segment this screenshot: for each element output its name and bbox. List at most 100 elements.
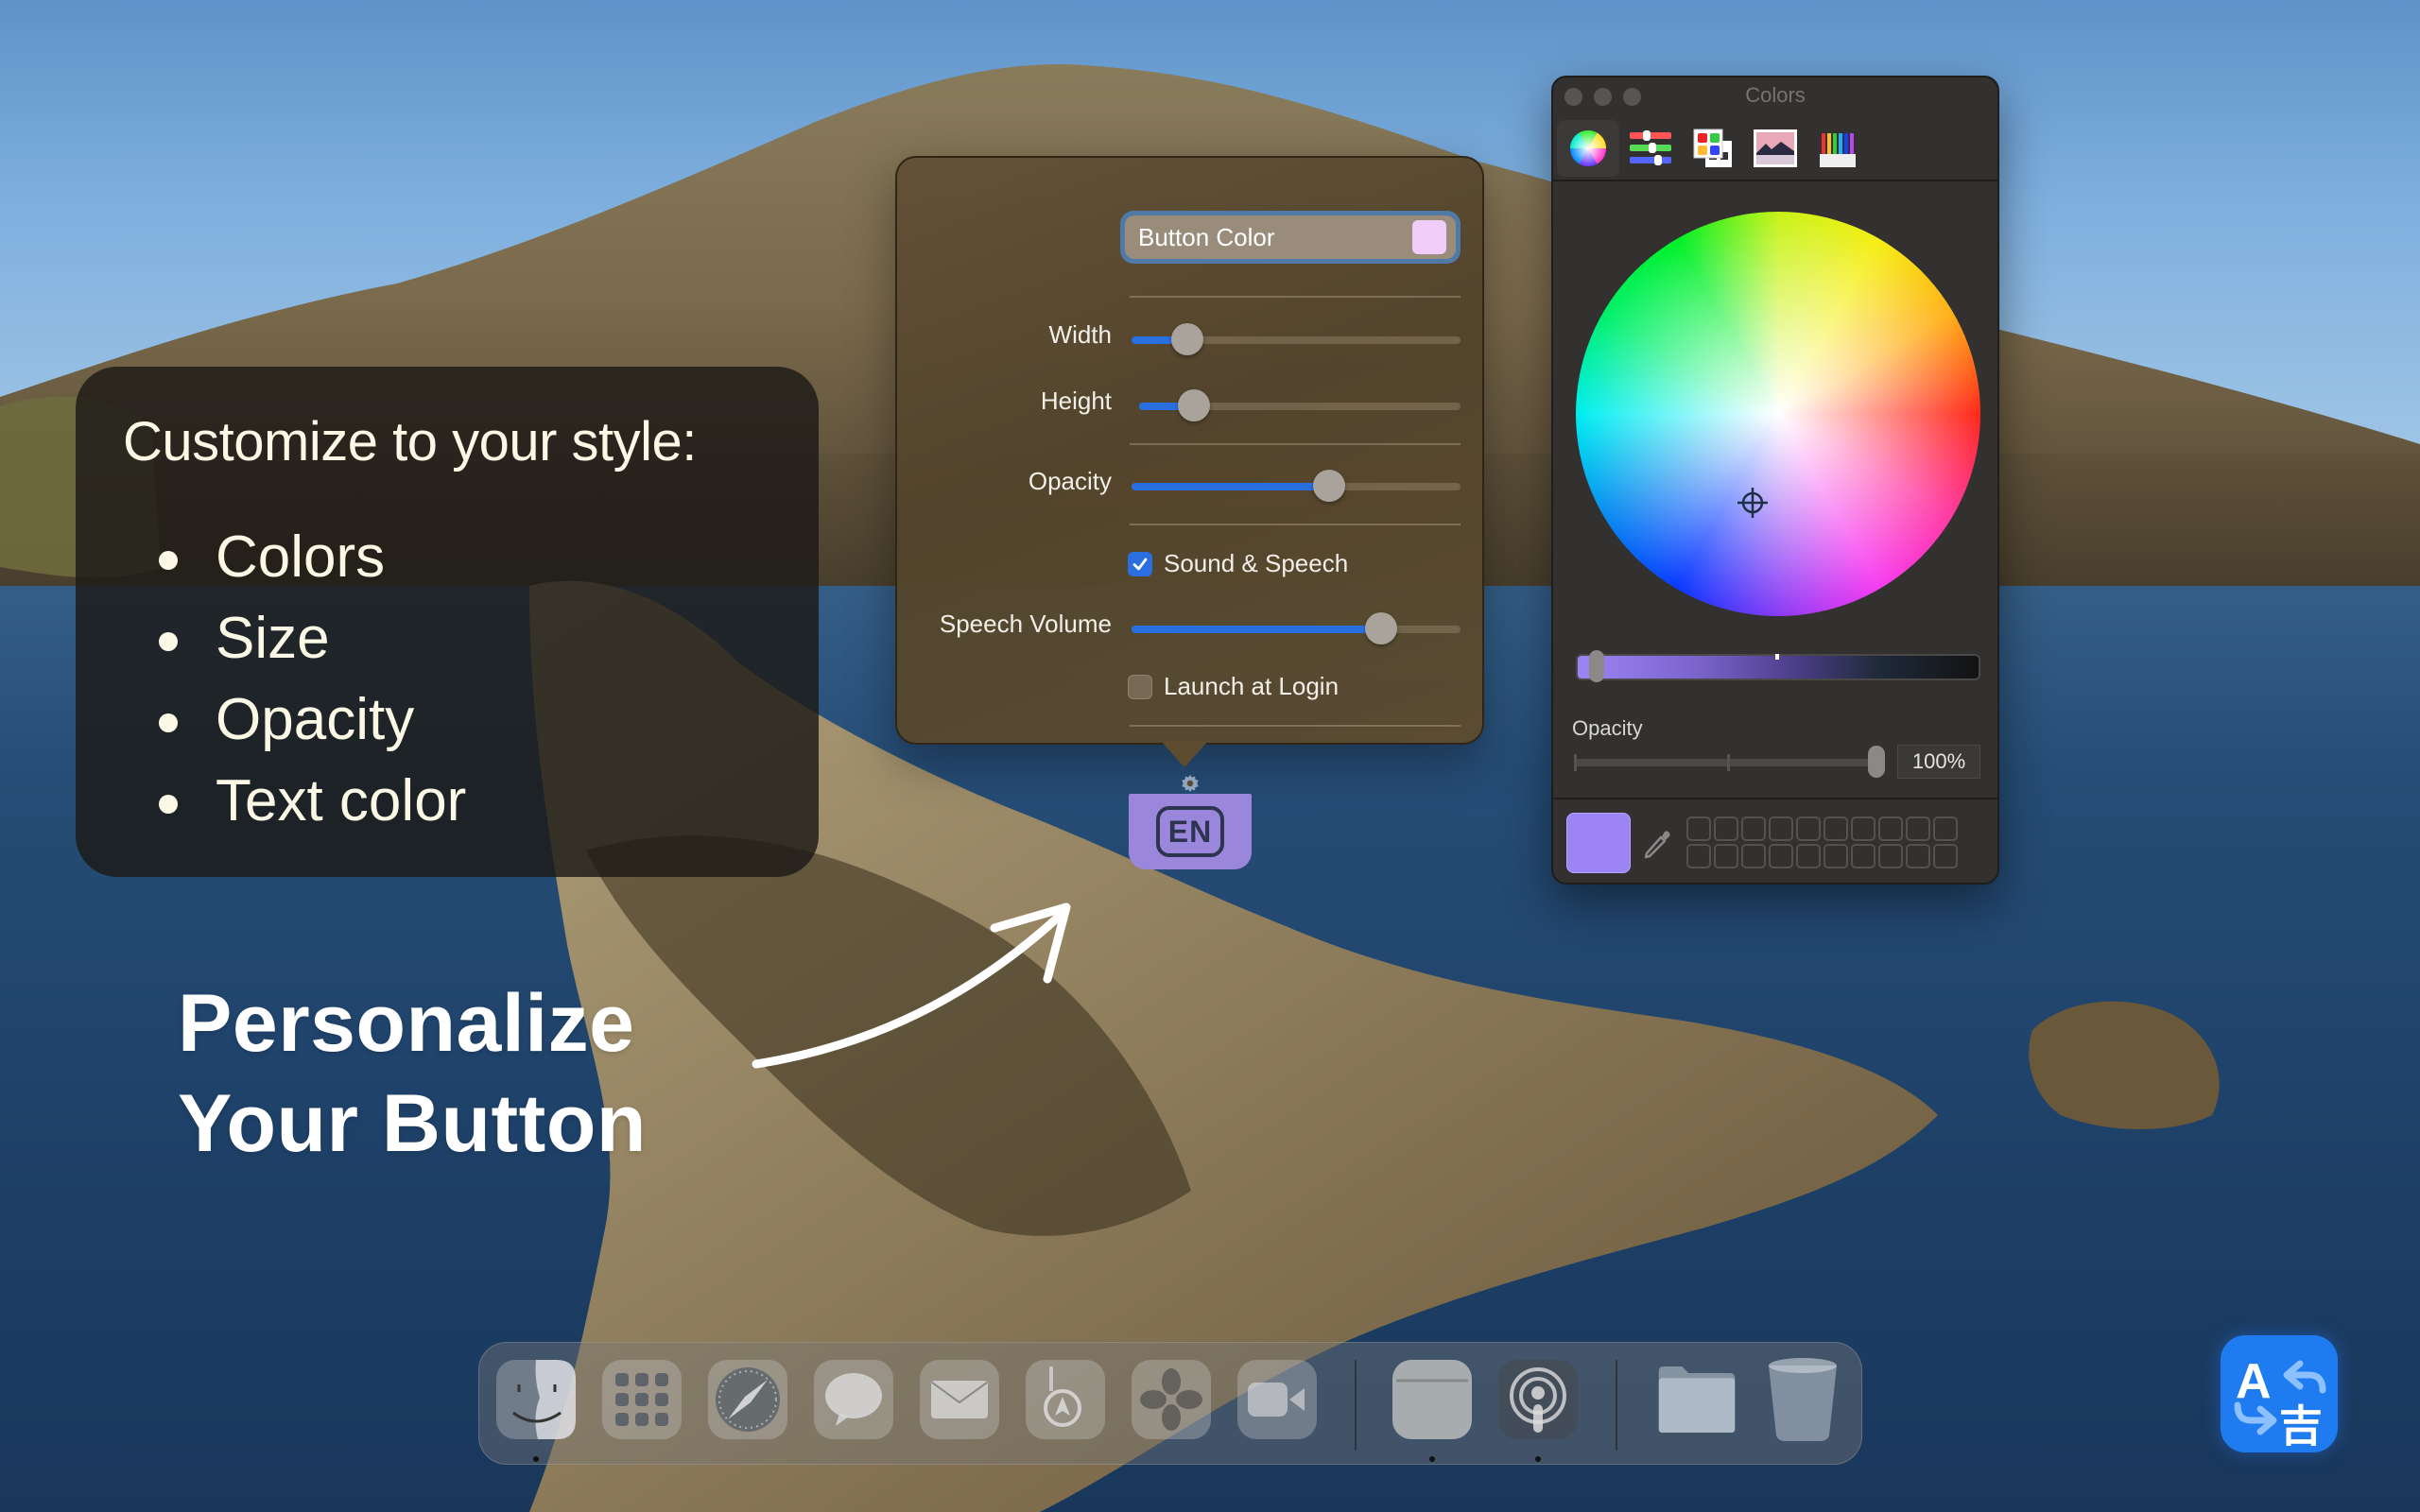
slider-knob[interactable]: [1312, 470, 1345, 502]
translate-app-icon[interactable]: A 吉: [2221, 1335, 2338, 1452]
pencils-mode-button[interactable]: [1806, 120, 1869, 177]
dock-photos[interactable]: [1132, 1360, 1211, 1439]
dock-trash[interactable]: [1763, 1358, 1842, 1441]
button-color-label: Button Color: [1138, 222, 1275, 251]
popover-tail: [1161, 741, 1208, 766]
current-color-well[interactable]: [1566, 813, 1631, 873]
dock-downloads-folder[interactable]: [1657, 1360, 1737, 1439]
color-wheel-icon: [1570, 129, 1606, 167]
feature-item: Opacity: [123, 679, 819, 761]
dock-maps[interactable]: [1026, 1360, 1105, 1439]
color-sliders-icon: [1630, 130, 1671, 165]
color-wheel[interactable]: [1576, 212, 1980, 616]
dock-mail[interactable]: [920, 1360, 999, 1439]
bullet-icon: [159, 713, 178, 732]
sound-speech-label: Sound & Speech: [1164, 549, 1349, 577]
swatch-slot[interactable]: [1714, 844, 1738, 868]
opacity-tick: [1574, 754, 1577, 771]
dock-separator: [1355, 1360, 1357, 1451]
dock: [478, 1342, 1862, 1465]
swatch-slot[interactable]: [1796, 844, 1821, 868]
brightness-knob[interactable]: [1589, 650, 1604, 682]
curved-arrow-icon: [752, 902, 1071, 1069]
height-slider[interactable]: [1139, 389, 1461, 421]
swatch-slot[interactable]: [1686, 816, 1711, 841]
swatch-slot[interactable]: [1851, 844, 1876, 868]
opacity-slider[interactable]: [1132, 470, 1461, 502]
running-indicator: [1429, 1456, 1435, 1462]
sound-speech-checkbox[interactable]: [1128, 551, 1152, 576]
color-wheel-mode-button[interactable]: [1557, 120, 1619, 177]
width-slider[interactable]: [1132, 323, 1461, 355]
sound-speech-checkbox-row[interactable]: Sound & Speech: [1128, 549, 1348, 578]
headline-line-2: Your Button: [178, 1078, 647, 1169]
feature-title: Customize to your style:: [123, 411, 697, 472]
swatch-slot[interactable]: [1851, 816, 1876, 841]
feature-item: Colors: [123, 517, 819, 598]
launch-login-checkbox-row[interactable]: Launch at Login: [1128, 672, 1339, 701]
en-floating-button[interactable]: EN: [1129, 794, 1252, 869]
opacity-label: Opacity: [1572, 716, 1643, 740]
colors-title: Colors: [1745, 83, 1806, 107]
maps-icon: [1044, 1366, 1081, 1427]
dock-facetime[interactable]: [1237, 1360, 1317, 1439]
opacity-knob[interactable]: [1868, 746, 1885, 778]
dock-finder[interactable]: [496, 1360, 576, 1439]
running-indicator: [1535, 1456, 1541, 1462]
dock-notes[interactable]: [1392, 1360, 1472, 1439]
swatch-slot[interactable]: [1933, 816, 1958, 841]
dock-podcasts[interactable]: [1498, 1360, 1578, 1439]
swatch-slot[interactable]: [1741, 844, 1766, 868]
translate-icon: A 吉: [2234, 1354, 2326, 1452]
gear-icon[interactable]: [1180, 773, 1201, 794]
image-palettes-icon: [1754, 129, 1797, 167]
swatch-slot[interactable]: [1878, 844, 1903, 868]
opacity-slider[interactable]: [1574, 759, 1876, 766]
opacity-value-field[interactable]: 100%: [1897, 745, 1980, 779]
swatch-slot[interactable]: [1824, 816, 1848, 841]
swatch-slot[interactable]: [1878, 816, 1903, 841]
dock-safari[interactable]: [708, 1360, 787, 1439]
facetime-icon: [1248, 1383, 1305, 1417]
color-mode-toolbar: [1557, 115, 1869, 181]
folder-icon: [1658, 1366, 1736, 1433]
swatch-slot[interactable]: [1714, 816, 1738, 841]
bullet-icon: [159, 551, 178, 570]
swatch-slot[interactable]: [1769, 844, 1793, 868]
slider-knob[interactable]: [1365, 612, 1398, 644]
swatch-slot[interactable]: [1769, 816, 1793, 841]
running-indicator: [533, 1456, 539, 1462]
dock-messages[interactable]: [814, 1360, 893, 1439]
color-sliders-mode-button[interactable]: [1619, 120, 1682, 177]
settings-popover: Button Color Width Height Opacity Sound …: [895, 156, 1484, 745]
brightness-tick: [1775, 654, 1779, 660]
swatch-slot[interactable]: [1741, 816, 1766, 841]
launch-login-checkbox[interactable]: [1128, 674, 1152, 699]
button-color-well[interactable]: Button Color: [1120, 211, 1461, 264]
separator: [1130, 296, 1461, 298]
colors-panel: Colors Opacity 100%: [1551, 76, 1999, 885]
en-badge: EN: [1156, 806, 1224, 857]
swatch-slot[interactable]: [1824, 844, 1848, 868]
image-palettes-mode-button[interactable]: [1744, 120, 1806, 177]
messages-icon: [825, 1373, 882, 1426]
crosshair-icon[interactable]: [1737, 488, 1768, 518]
swatch-slot[interactable]: [1796, 816, 1821, 841]
headline-line-1: Personalize: [178, 978, 635, 1069]
opacity-label: Opacity: [1028, 467, 1112, 495]
color-palettes-mode-button[interactable]: [1682, 120, 1744, 177]
speech-volume-label: Speech Volume: [939, 610, 1112, 638]
separator: [1130, 524, 1461, 525]
dock-launchpad[interactable]: [602, 1360, 682, 1439]
swatch-slot[interactable]: [1933, 844, 1958, 868]
notes-icon: [1392, 1360, 1472, 1439]
eyedropper-icon[interactable]: [1640, 828, 1674, 862]
swatch-slot[interactable]: [1906, 816, 1930, 841]
pencils-icon: [1820, 133, 1856, 167]
slider-knob[interactable]: [1177, 389, 1210, 421]
swatch-slot[interactable]: [1686, 844, 1711, 868]
swatch-slot[interactable]: [1906, 844, 1930, 868]
slider-knob[interactable]: [1171, 323, 1204, 355]
height-label: Height: [1040, 387, 1112, 415]
speech-volume-slider[interactable]: [1132, 612, 1461, 644]
